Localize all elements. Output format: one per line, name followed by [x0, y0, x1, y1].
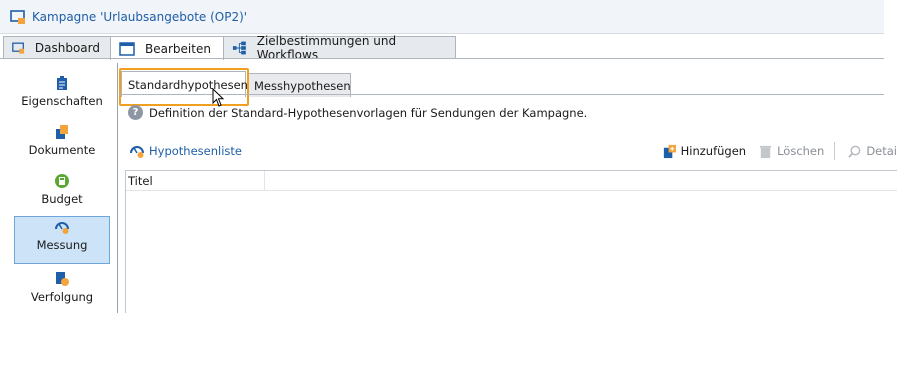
calculator-icon [55, 174, 69, 188]
dashboard-icon [12, 42, 25, 54]
sidebar-item-eigenschaften[interactable]: Eigenschaften [14, 73, 110, 121]
sidebar: Eigenschaften Dokumente Budget Messung V… [3, 63, 118, 313]
add-button[interactable]: Hinzufügen [662, 144, 746, 159]
sidebar-item-dokumente[interactable]: Dokumente [14, 122, 110, 170]
details-button[interactable]: Detai [847, 144, 897, 159]
subtab-label: Standardhypothesen [128, 77, 248, 92]
hypothesis-table: Titel [125, 170, 897, 313]
trash-icon [759, 145, 772, 158]
workflow-icon [232, 41, 246, 55]
details-label: Detai [866, 144, 897, 158]
sidebar-item-label: Eigenschaften [21, 94, 103, 108]
subtab-label: Messhypothesen [254, 78, 351, 93]
column-header-titel[interactable]: Titel [126, 171, 265, 190]
sidebar-item-label: Budget [41, 192, 83, 206]
table-header: Titel [126, 171, 897, 191]
mouse-cursor-icon [212, 88, 225, 107]
tab-dashboard[interactable]: Dashboard [3, 36, 111, 59]
clipboard-icon [57, 76, 67, 90]
sidebar-item-label: Dokumente [28, 143, 96, 157]
sidebar-item-verfolgung[interactable]: Verfolgung [14, 269, 110, 317]
subtab-divider [119, 94, 884, 95]
main-tabbar: Dashboard Bearbeiten Zielbestimmungen un… [3, 34, 456, 62]
edit-window-icon [119, 41, 135, 56]
campaign-icon [10, 9, 25, 24]
hypothesis-list-label: Hypothesenliste [149, 144, 242, 158]
tab-dashboard-label: Dashboard [34, 41, 100, 55]
gauge-icon [55, 222, 69, 234]
add-label: Hinzufügen [680, 144, 747, 158]
sidebar-item-messung[interactable]: Messung [14, 216, 110, 264]
help-icon: ? [128, 105, 143, 120]
tab-workflows[interactable]: Zielbestimmungen und Workflows [223, 34, 456, 62]
window-titlebar: Kampagne 'Urlaubsangebote (OP2)' [0, 0, 884, 34]
gauge-icon [130, 146, 144, 158]
toolbar-separator [834, 142, 836, 160]
tab-divider [0, 58, 884, 59]
hypothesis-list-link[interactable]: Hypothesenliste [127, 143, 242, 159]
sidebar-item-label: Messung [36, 238, 88, 252]
window-title: Kampagne 'Urlaubsangebote (OP2)' [32, 9, 248, 24]
tab-bearbeiten[interactable]: Bearbeiten [110, 36, 224, 60]
tracking-icon [56, 272, 69, 286]
delete-button[interactable]: Löschen [758, 144, 824, 159]
sidebar-item-label: Verfolgung [30, 290, 94, 304]
content-panel: Standardhypothesen Messhypothesen ? Defi… [119, 63, 914, 313]
toolbar-actions: Hinzufügen Löschen Detai [650, 138, 897, 164]
magnifier-icon [848, 145, 861, 158]
tab-bearbeiten-label: Bearbeiten [145, 41, 211, 56]
add-icon [663, 144, 676, 158]
info-row: ? Definition der Standard-Hypothesenvorl… [128, 105, 587, 120]
list-toolbar: Hypothesenliste Hinzufügen Löschen Detai [127, 138, 897, 164]
delete-label: Löschen [777, 144, 825, 158]
documents-icon [56, 125, 68, 139]
sidebar-item-budget[interactable]: Budget [14, 171, 110, 219]
